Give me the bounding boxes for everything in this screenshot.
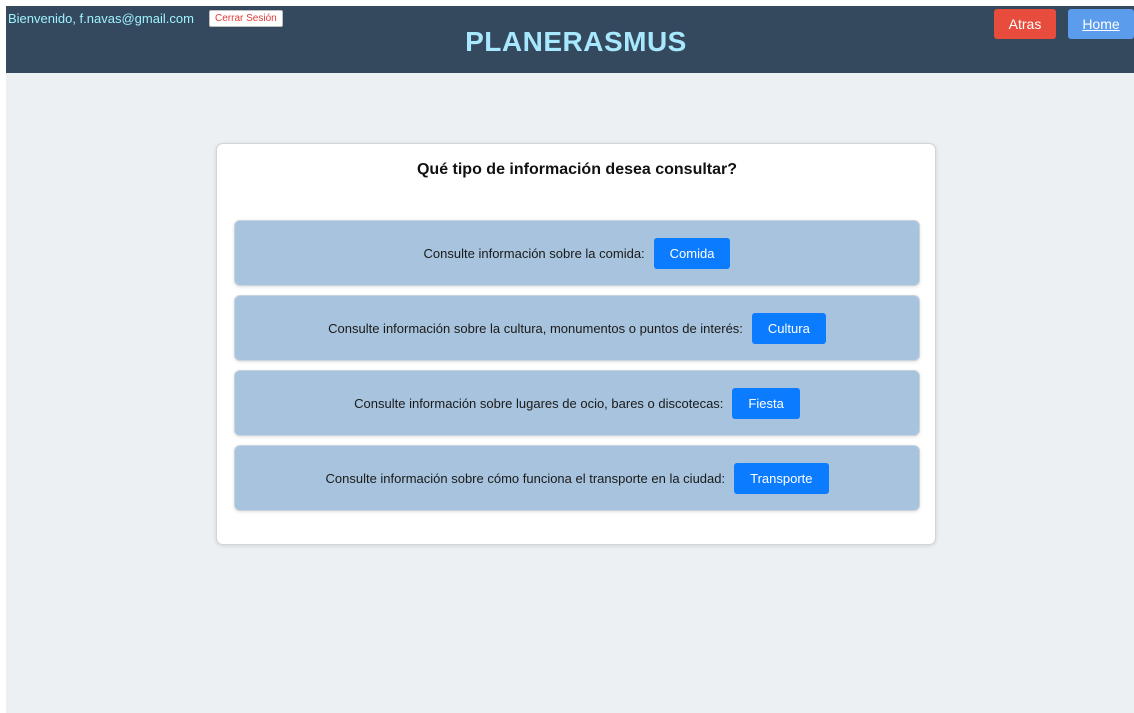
welcome-text: Bienvenido, f.navas@gmail.com	[8, 11, 194, 26]
option-transport: Consulte información sobre cómo funciona…	[234, 445, 920, 511]
transport-button[interactable]: Transporte	[734, 462, 829, 494]
option-culture-text: Consulte información sobre la cultura, m…	[328, 320, 743, 336]
option-food: Consulte información sobre la comida: Co…	[234, 220, 920, 286]
info-card: Qué tipo de información desea consultar?…	[216, 143, 936, 545]
back-button[interactable]: Atras	[994, 9, 1056, 39]
option-transport-text: Consulte información sobre cómo funciona…	[325, 470, 726, 486]
card-title: Qué tipo de información desea consultar?	[416, 161, 738, 178]
page-viewport: Bienvenido, f.navas@gmail.com Cerrar Ses…	[6, 6, 1134, 713]
top-header: Bienvenido, f.navas@gmail.com Cerrar Ses…	[6, 6, 1134, 73]
option-food-text: Consulte información sobre la comida:	[423, 245, 645, 261]
party-button[interactable]: Fiesta	[732, 387, 800, 419]
food-button[interactable]: Comida	[653, 237, 731, 269]
brand-title: PLANERASMUS	[465, 26, 687, 57]
option-party: Consulte información sobre lugares de oc…	[234, 370, 920, 436]
logout-button[interactable]: Cerrar Sesión	[209, 10, 283, 27]
culture-button[interactable]: Cultura	[751, 312, 826, 344]
home-button[interactable]: Home	[1068, 9, 1134, 39]
option-culture: Consulte información sobre la cultura, m…	[234, 295, 920, 361]
option-party-text: Consulte información sobre lugares de oc…	[354, 395, 724, 411]
